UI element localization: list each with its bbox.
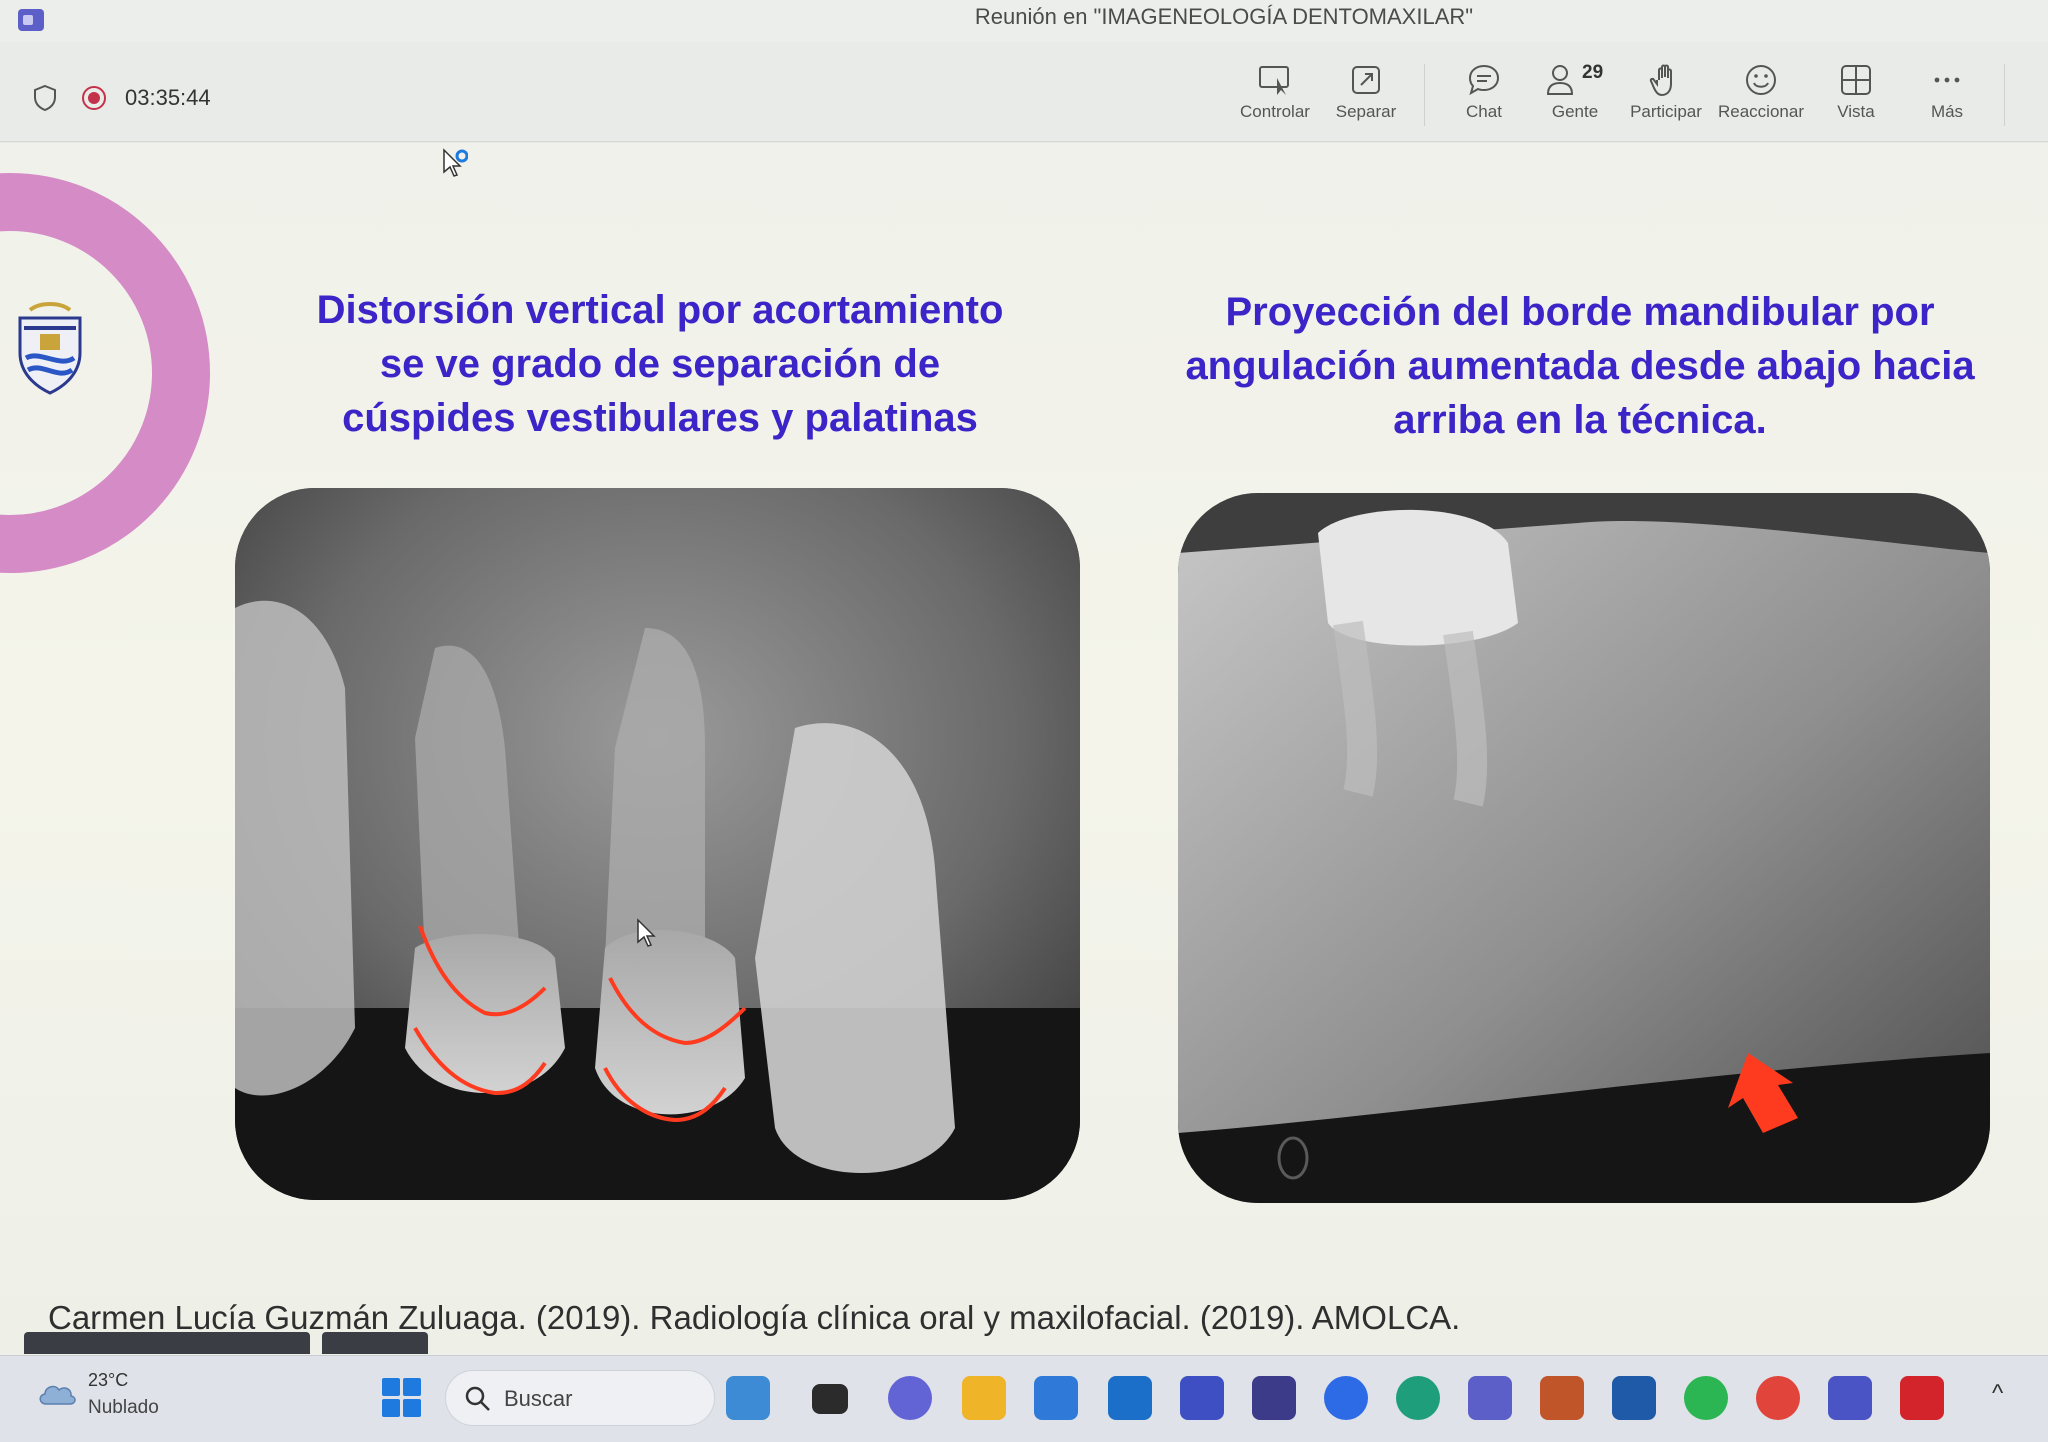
participant-video-label (322, 1332, 428, 1354)
toolbar-divider (1424, 64, 1425, 126)
title-bar: Reunión en "IMAGENEOLOGÍA DENTOMAXILAR" (0, 0, 2048, 42)
more-label: Más (1930, 102, 1964, 121)
raise-hand-label: Participar (1630, 102, 1702, 121)
files-icon[interactable] (726, 1376, 770, 1420)
winrar-icon[interactable] (1540, 1376, 1584, 1420)
grid-view-icon (1841, 65, 1871, 95)
view-button[interactable]: Vista (1811, 56, 1901, 136)
people-button[interactable]: 29 Gente (1530, 56, 1620, 136)
people-label: Gente (1551, 102, 1599, 121)
meeting-timer: 03:35:44 (125, 85, 211, 110)
start-button[interactable] (382, 1378, 422, 1418)
store-icon[interactable] (1252, 1376, 1296, 1420)
task-view-icon[interactable] (812, 1384, 848, 1414)
word-icon[interactable] (1612, 1376, 1656, 1420)
heading-left-line: Distorsión vertical por acortamiento (316, 288, 1004, 332)
mcafee-icon[interactable] (1900, 1376, 1944, 1420)
folder-icon[interactable] (962, 1376, 1006, 1420)
control-label: Controlar (1240, 102, 1310, 121)
meeting-toolbar: 03:35:44 Controlar Separar Chat 29 Gente (0, 42, 2048, 142)
recording-indicator-icon (82, 86, 106, 110)
chat-icon (1468, 64, 1500, 96)
university-crest-icon (18, 302, 82, 395)
share-control-icon (1259, 66, 1289, 95)
participant-count: 29 (1582, 62, 1604, 83)
heading-right-line: angulación aumentada desde abajo hacia (1185, 344, 1975, 388)
toolbar-divider (2004, 64, 2005, 126)
chrome-icon[interactable] (1756, 1376, 1800, 1420)
slide-heading-right: Proyección del borde mandibular por angu… (1120, 285, 2040, 447)
weather-temperature[interactable]: 23°C (88, 1370, 128, 1391)
heading-left-line: cúspides vestibulares y palatinas (342, 396, 978, 440)
pop-out-icon (1352, 66, 1380, 94)
more-dots-icon (1934, 77, 1960, 83)
teams-icon[interactable] (1468, 1376, 1512, 1420)
cortana-icon[interactable] (1108, 1376, 1152, 1420)
busy-cursor-icon (443, 148, 468, 177)
shared-slide: Distorsión vertical por acortamiento se … (0, 143, 2048, 1355)
view-label: Vista (1837, 102, 1875, 121)
slide-heading-left: Distorsión vertical por acortamiento se … (250, 283, 1070, 445)
weather-condition[interactable]: Nublado (88, 1397, 159, 1419)
teams-new-icon[interactable] (1828, 1376, 1872, 1420)
heading-left-line: se ve grado de separación de (379, 342, 941, 386)
mouse-pointer-icon (637, 918, 656, 947)
react-label: Reaccionar (1718, 102, 1804, 121)
react-button[interactable]: Reaccionar (1716, 56, 1806, 136)
mail-icon[interactable] (1034, 1376, 1078, 1420)
video-chat-icon[interactable] (888, 1376, 932, 1420)
participant-video-label (24, 1332, 310, 1354)
more-button[interactable]: Más (1902, 56, 1992, 136)
zoom-icon[interactable] (1324, 1376, 1368, 1420)
heading-right-line: arriba en la técnica. (1393, 398, 1767, 442)
window-title: Reunión en "IMAGENEOLOGÍA DENTOMAXILAR" (974, 4, 1474, 29)
pop-out-label: Separar (1335, 102, 1397, 121)
radiograph-right (1178, 493, 1990, 1203)
search-placeholder: Buscar (504, 1386, 573, 1411)
raise-hand-button[interactable]: Participar (1621, 56, 1711, 136)
people-icon (1546, 65, 1574, 95)
heading-right-line: Proyección del borde mandibular por (1225, 290, 1935, 334)
smiley-icon (1746, 65, 1776, 95)
pop-out-button[interactable]: Separar (1321, 56, 1411, 136)
taskbar-search[interactable]: Buscar (445, 1370, 715, 1426)
cloud-icon[interactable] (36, 1378, 78, 1408)
pen-app-icon[interactable] (1180, 1376, 1224, 1420)
shield-icon[interactable] (33, 84, 57, 112)
control-button[interactable]: Controlar (1230, 56, 1320, 136)
chat-label: Chat (1466, 102, 1502, 121)
windows-taskbar: 23°C Nublado Buscar ^ (0, 1355, 2048, 1442)
edge-icon[interactable] (1396, 1376, 1440, 1420)
raise-hand-icon (1649, 64, 1672, 97)
search-icon (465, 1386, 490, 1411)
chat-button[interactable]: Chat (1439, 56, 1529, 136)
radiograph-left (235, 488, 1080, 1200)
chevron-up-icon[interactable]: ^ (1992, 1380, 2003, 1408)
whatsapp-icon[interactable] (1684, 1376, 1728, 1420)
